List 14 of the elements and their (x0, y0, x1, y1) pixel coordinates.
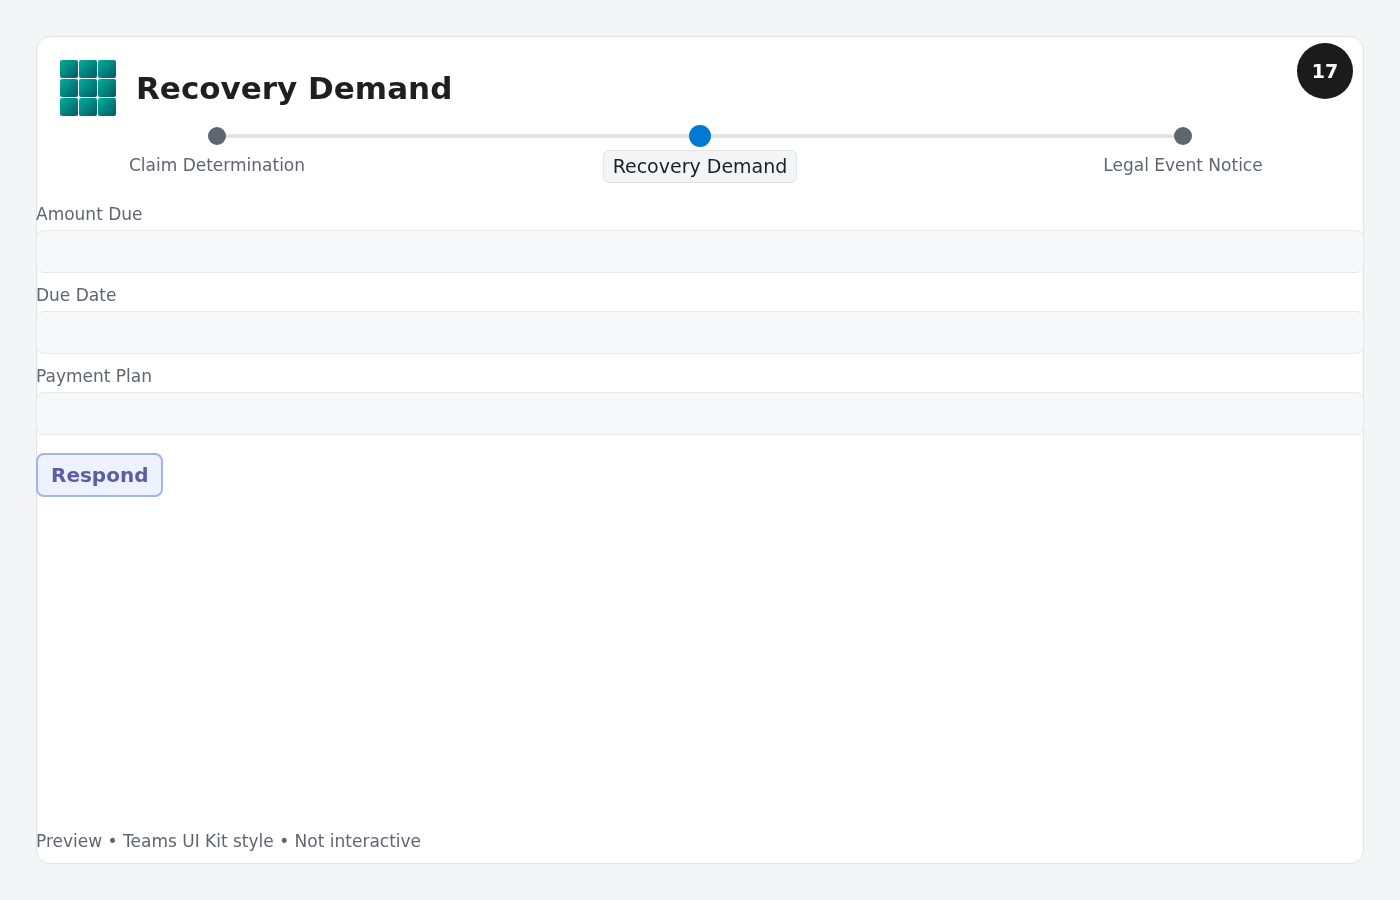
input-field[interactable] (36, 229, 1364, 273)
step-label[interactable]: Legal Event Notice (1103, 153, 1263, 179)
field-label: Amount Due (36, 203, 144, 224)
step-label[interactable]: Claim Determination (128, 153, 306, 179)
count-badge: 17 (1297, 43, 1353, 99)
footer-note: Preview • Teams UI Kit style • Not interactive (36, 829, 423, 853)
respond-button[interactable]: Respond (36, 452, 164, 497)
step-label[interactable]: Recovery Demand (602, 150, 798, 183)
field-label: Payment Plan (36, 365, 153, 386)
input-field[interactable] (36, 391, 1364, 435)
input-field[interactable] (36, 310, 1364, 354)
page-title: Recovery Demand (136, 68, 453, 108)
field-label: Due Date (36, 284, 118, 305)
grid-logo-icon (60, 60, 116, 116)
